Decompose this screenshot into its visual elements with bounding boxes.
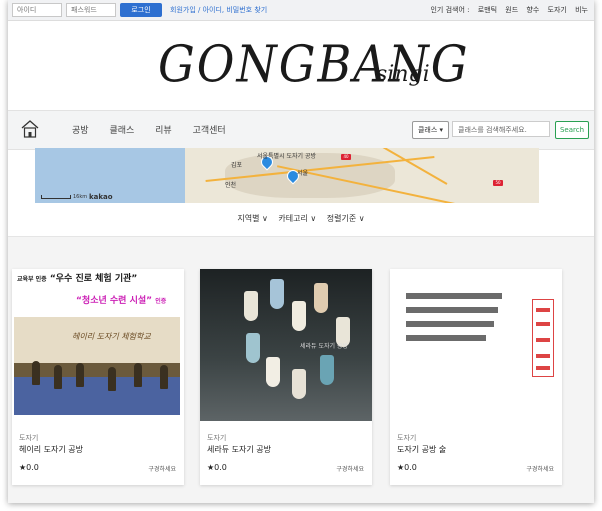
photo-person <box>32 361 40 385</box>
photo-wall-text: 헤이리 도자기 체험학교 <box>72 332 151 341</box>
photo-person <box>54 365 62 389</box>
card-title[interactable]: 도자기 공방 술 <box>397 444 446 455</box>
popular-label: 인기 검색어 : <box>430 6 470 14</box>
top-login-bar: 로그인 회원가입 / 아이디, 비밀번호 찾기 인기 검색어 : 로맨틱 원드 … <box>8 0 594 21</box>
image-heading: 교육부 인증 “우수 진로 체험 기관” <box>17 271 137 284</box>
image-text-line <box>406 293 502 299</box>
photo-cup <box>320 355 334 385</box>
photo-cup <box>266 357 280 387</box>
site-logo[interactable]: GONGBANG singi <box>8 22 594 108</box>
card-image[interactable]: 세라듀 도자기 공방 <box>200 269 372 421</box>
card-category: 도자기 <box>207 434 227 442</box>
password-input[interactable] <box>66 3 116 17</box>
search-input[interactable]: 클래스를 검색해주세요. <box>452 121 550 137</box>
card-title[interactable]: 세라듀 도자기 공방 <box>207 444 271 455</box>
workshop-card[interactable]: 세라듀 도자기 공방 도자기 세라듀 도자기 공방 ★0.0 구경하세요 <box>200 269 372 485</box>
card-list: 교육부 인증 “우수 진로 체험 기관” “청소년 수련 시설” 인증 헤이리 … <box>8 236 594 503</box>
main-navbar: 공방 클래스 리뷰 고객센터 클래스 ▾ 클래스를 검색해주세요. Search <box>8 110 594 150</box>
map-label: 서울특별시 도자기 공방 <box>257 153 317 160</box>
photo-person <box>134 363 142 387</box>
image-text-line <box>406 335 486 341</box>
popular-term[interactable]: 도자기 <box>548 6 567 14</box>
nav-item-review[interactable]: 리뷰 <box>155 126 172 136</box>
image-heading-small: 교육부 인증 <box>17 276 47 283</box>
photo-cup <box>246 333 260 363</box>
home-icon[interactable] <box>20 119 40 139</box>
login-button[interactable]: 로그인 <box>120 3 162 17</box>
photo-cup <box>314 283 328 313</box>
red-seal-stamp <box>532 299 554 377</box>
popular-term[interactable]: 로맨틱 <box>478 6 497 14</box>
popular-term[interactable]: 향수 <box>526 6 539 14</box>
image-subheading-small: 인증 <box>155 298 167 305</box>
image-text-line <box>406 307 498 313</box>
image-subheading-text: “청소년 수련 시설” <box>76 296 153 306</box>
card-rating: ★0.0 <box>207 463 227 472</box>
highway-shield: 50 <box>493 180 503 186</box>
filter-region[interactable]: 지역별 ∨ <box>237 214 267 223</box>
card-view-link[interactable]: 구경하세요 <box>148 464 176 473</box>
photo-cup <box>292 369 306 399</box>
card-title[interactable]: 헤이리 도자기 공방 <box>19 444 83 455</box>
workshop-card[interactable]: 도자기 도자기 공방 술 ★0.0 구경하세요 <box>390 269 562 485</box>
map-scale-label: 16km <box>73 194 88 200</box>
nav-menu: 공방 클래스 리뷰 고객센터 <box>72 123 244 136</box>
card-category: 도자기 <box>19 434 39 442</box>
card-view-link[interactable]: 구경하세요 <box>526 464 554 473</box>
logo-sub-text: singi <box>376 62 430 87</box>
map-scale-bar <box>41 195 71 199</box>
map-label: 서울 <box>297 170 309 177</box>
popular-term[interactable]: 원드 <box>505 6 518 14</box>
filter-sort[interactable]: 정렬기준 ∨ <box>327 214 365 223</box>
nav-item-gongbang[interactable]: 공방 <box>72 126 89 136</box>
highway-shield: 40 <box>341 154 351 160</box>
popular-term[interactable]: 비누 <box>575 6 588 14</box>
search-button[interactable]: Search <box>555 121 589 139</box>
card-image[interactable] <box>390 269 562 421</box>
photo-cup <box>270 279 284 309</box>
card-rating: ★0.0 <box>19 463 39 472</box>
photo-cup <box>292 301 306 331</box>
image-caption: 세라듀 도자기 공방 <box>300 343 348 350</box>
nav-item-customer-center[interactable]: 고객센터 <box>193 126 226 136</box>
filter-category[interactable]: 카테고리 ∨ <box>278 214 316 223</box>
photo-person <box>76 363 84 387</box>
nav-item-class[interactable]: 클래스 <box>109 126 134 136</box>
kakao-map[interactable]: 40 50 서울특별시 도자기 공방 김포 서울 인천 16km kakao <box>35 148 539 203</box>
photo-cup <box>244 291 258 321</box>
image-text-line <box>406 321 494 327</box>
image-heading-text: “우수 진로 체험 기관” <box>49 274 138 284</box>
category-dropdown[interactable]: 클래스 ▾ <box>412 121 449 139</box>
filter-bar: 지역별 ∨ 카테고리 ∨ 정렬기준 ∨ <box>8 213 594 224</box>
workshop-card[interactable]: 교육부 인증 “우수 진로 체험 기관” “청소년 수련 시설” 인증 헤이리 … <box>12 269 184 485</box>
image-subheading: “청소년 수련 시설” 인증 <box>76 293 166 306</box>
map-label: 김포 <box>231 162 243 169</box>
card-image[interactable]: 교육부 인증 “우수 진로 체험 기관” “청소년 수련 시설” 인증 헤이리 … <box>12 269 184 421</box>
photo-person <box>108 367 116 391</box>
page-frame: 로그인 회원가입 / 아이디, 비밀번호 찾기 인기 검색어 : 로맨틱 원드 … <box>8 0 594 503</box>
signup-find-link[interactable]: 회원가입 / 아이디, 비밀번호 찾기 <box>170 5 267 15</box>
map-label: 인천 <box>225 182 237 189</box>
photo-person <box>160 365 168 389</box>
kakao-logo: kakao <box>89 193 113 201</box>
id-input[interactable] <box>12 3 62 17</box>
popular-search: 인기 검색어 : 로맨틱 원드 향수 도자기 비누 <box>430 5 588 15</box>
card-category: 도자기 <box>397 434 417 442</box>
card-rating: ★0.0 <box>397 463 417 472</box>
card-view-link[interactable]: 구경하세요 <box>336 464 364 473</box>
workshop-photo: 헤이리 도자기 체험학교 <box>14 317 180 415</box>
